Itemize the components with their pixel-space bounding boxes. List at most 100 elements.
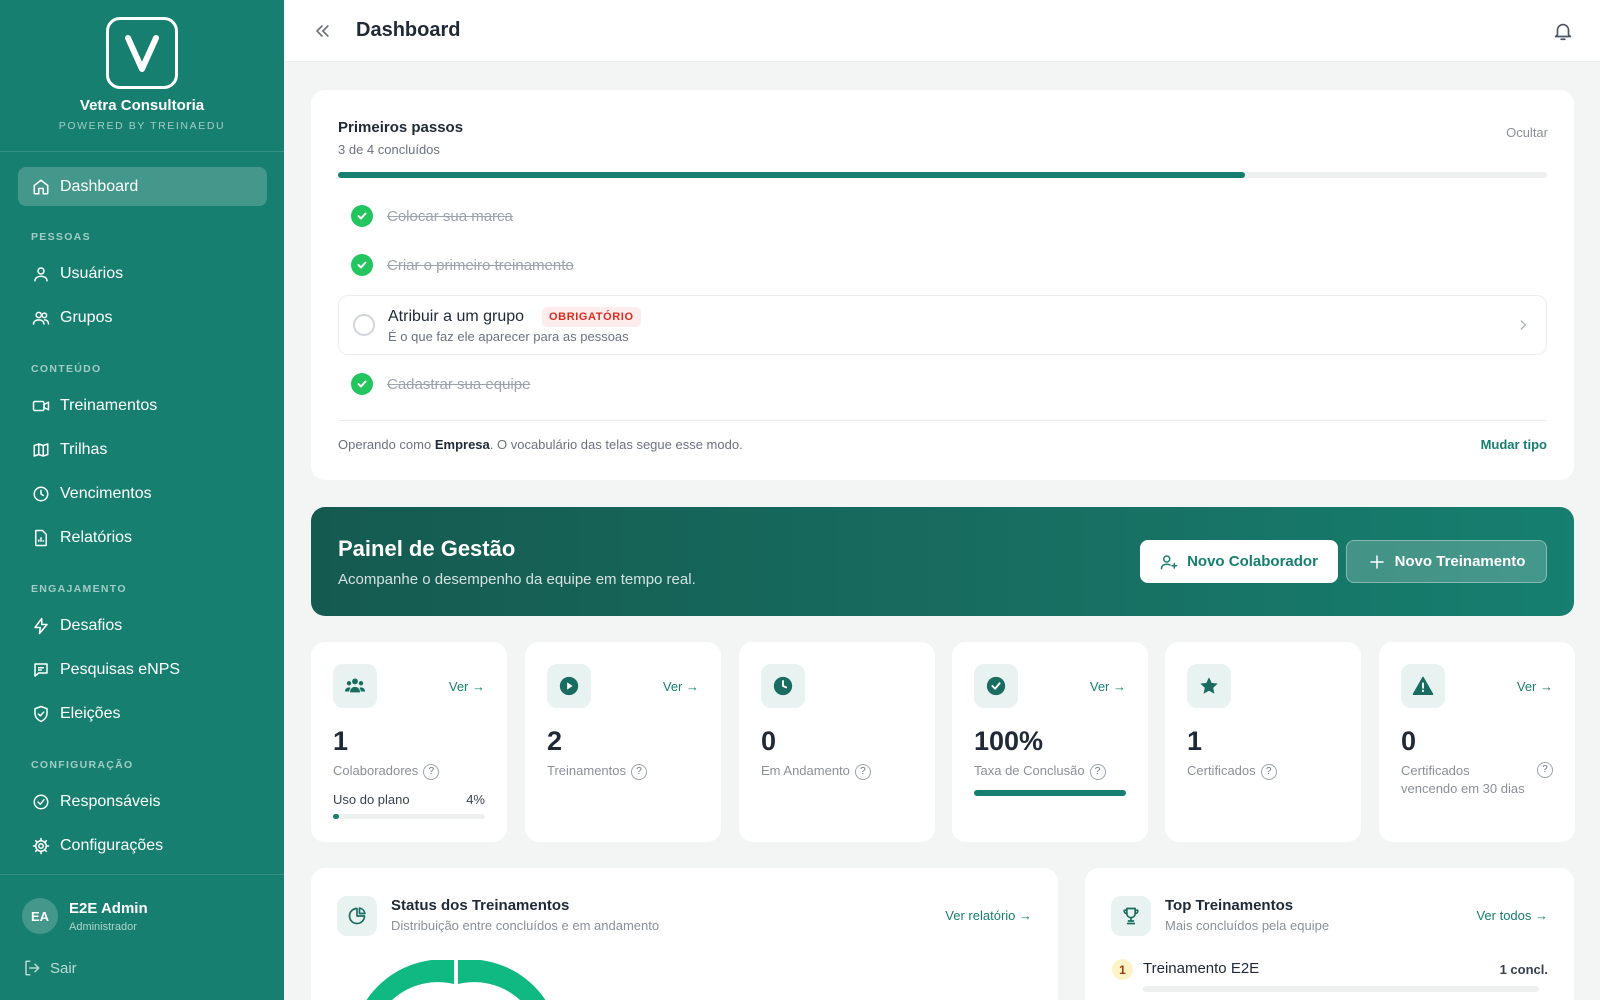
step-item-training[interactable]: Criar o primeiro treinamento: [338, 241, 1547, 289]
section-conteudo: CONTEÚDO: [31, 363, 102, 375]
panel-subtitle: Acompanhe o desempenho da equipe em temp…: [338, 571, 696, 588]
stat-label: Certificados vencendo em 30 dias: [1401, 763, 1525, 796]
sidebar-item-usuarios[interactable]: Usuários: [18, 254, 267, 293]
logout-label: Sair: [50, 959, 77, 977]
check-circle-icon: [974, 664, 1018, 708]
ver-link[interactable]: Ver →: [1090, 679, 1126, 694]
ver-link[interactable]: Ver →: [1517, 679, 1553, 694]
panel-title: Painel de Gestão: [338, 536, 516, 561]
sidebar-item-trilhas[interactable]: Trilhas: [18, 430, 267, 469]
gear-icon: [32, 837, 50, 854]
step-item-team[interactable]: Cadastrar sua equipe: [338, 360, 1547, 408]
view-all-link[interactable]: Ver todos →: [1476, 908, 1548, 923]
new-training-button[interactable]: Novo Treinamento: [1346, 540, 1547, 583]
trophy-icon: [1111, 896, 1151, 936]
sidebar-item-vencimentos[interactable]: Vencimentos: [18, 474, 267, 513]
help-icon[interactable]: ?: [1537, 762, 1553, 778]
completion-fill: [974, 790, 1126, 796]
users-icon: [32, 311, 50, 325]
sidebar-item-desafios[interactable]: Desafios: [18, 606, 267, 645]
training-status-card: Status dos Treinamentos Distribuição ent…: [311, 868, 1058, 1000]
logout-button[interactable]: Sair: [23, 959, 77, 977]
collapse-sidebar-icon[interactable]: [312, 21, 332, 41]
change-type-link[interactable]: Mudar tipo: [1481, 437, 1547, 452]
sidebar-item-grupos[interactable]: Grupos: [18, 298, 267, 337]
sidebar-item-label: Responsáveis: [60, 792, 161, 810]
required-badge: OBRIGATÓRIO: [542, 307, 641, 327]
stat-value: 0: [1401, 726, 1417, 756]
stat-card-vencendo: Ver → 0 Certificados vencendo em 30 dias…: [1379, 642, 1575, 842]
onboarding-steps-card: Primeiros passos 3 de 4 concluídos Ocult…: [311, 90, 1574, 480]
sidebar-item-responsaveis[interactable]: Responsáveis: [18, 782, 267, 821]
sidebar-item-relatorios[interactable]: Relatórios: [18, 518, 267, 557]
sidebar-item-pesquisas[interactable]: Pesquisas eNPS: [18, 650, 267, 689]
step-item-group[interactable]: Atribuir a um grupo OBRIGATÓRIO É o que …: [338, 295, 1547, 355]
new-collaborator-button[interactable]: Novo Colaborador: [1140, 540, 1338, 583]
check-icon: [351, 205, 373, 227]
section-pessoas: PESSOAS: [31, 231, 91, 243]
zap-icon: [34, 617, 48, 634]
plan-usage-fill: [333, 814, 340, 819]
avatar[interactable]: EA: [22, 898, 58, 934]
sidebar-item-label: Relatórios: [60, 528, 133, 546]
user-plus-icon: [1160, 554, 1178, 569]
stat-card-conclusao: Ver → 100% Taxa de Conclusão?: [952, 642, 1148, 842]
step-label: Atribuir a um grupo: [388, 308, 525, 325]
help-icon[interactable]: ?: [1260, 764, 1277, 780]
card-subtitle: Distribuição entre concluídos e em andam…: [391, 918, 660, 933]
sidebar-item-label: Treinamentos: [60, 396, 158, 414]
check-icon: [351, 373, 373, 395]
sidebar-item-label: Dashboard: [60, 177, 139, 195]
check-circle-icon: [33, 794, 49, 809]
sidebar-item-label: Configurações: [60, 836, 164, 854]
alert-triangle-icon: [1401, 664, 1445, 708]
sidebar-item-label: Pesquisas eNPS: [60, 660, 181, 678]
page-title: Dashboard: [356, 19, 461, 41]
stat-label: Treinamentos?: [547, 762, 647, 780]
user-icon: [34, 266, 48, 281]
help-icon[interactable]: ?: [423, 764, 440, 780]
users-icon: [333, 664, 377, 708]
sidebar-item-configuracoes[interactable]: Configurações: [18, 826, 267, 865]
sidebar-item-label: Eleições: [60, 704, 121, 722]
hide-steps-link[interactable]: Ocultar: [1506, 125, 1548, 140]
sidebar-item-dashboard[interactable]: Dashboard: [18, 167, 267, 206]
clock-icon: [33, 486, 49, 501]
section-configuracao: CONFIGURAÇÃO: [31, 759, 134, 771]
donut-chart: [366, 960, 546, 1000]
help-icon[interactable]: ?: [854, 764, 871, 780]
sidebar-item-eleicoes[interactable]: Eleições: [18, 694, 267, 733]
top-training-bar: [1143, 986, 1539, 992]
logout-icon: [25, 960, 40, 976]
shield-check-icon: [34, 705, 48, 722]
ver-link[interactable]: Ver →: [449, 679, 485, 694]
sidebar-item-label: Trilhas: [60, 440, 108, 458]
stat-label: Em Andamento?: [761, 762, 871, 780]
star-icon: [1187, 664, 1231, 708]
sidebar-item-label: Desafios: [60, 616, 123, 634]
empty-circle-icon: [353, 314, 375, 336]
top-training-name[interactable]: Treinamento E2E: [1143, 960, 1259, 977]
bell-icon[interactable]: [1552, 20, 1574, 42]
step-item-brand[interactable]: Colocar sua marca: [338, 192, 1547, 240]
view-report-link[interactable]: Ver relatório →: [945, 908, 1032, 923]
stat-label: Taxa de Conclusão?: [974, 762, 1106, 780]
plan-usage-bar: [333, 814, 485, 819]
stat-card-colaboradores: Ver → 1 Colaboradores? Uso do plano 4%: [311, 642, 507, 842]
step-label: Criar o primeiro treinamento: [387, 256, 574, 274]
stat-value: 1: [1187, 726, 1203, 756]
card-title: Top Treinamentos: [1165, 897, 1294, 914]
ver-link[interactable]: Ver →: [663, 679, 699, 694]
video-icon: [32, 400, 50, 411]
help-icon[interactable]: ?: [631, 764, 647, 780]
sidebar-item-treinamentos[interactable]: Treinamentos: [18, 386, 267, 425]
stat-value: 1: [333, 726, 349, 756]
steps-title: Primeiros passos: [338, 119, 464, 136]
donut-segment-left: [366, 960, 454, 1000]
step-label: Cadastrar sua equipe: [387, 375, 531, 393]
user-role: Administrador: [69, 921, 137, 933]
stat-label: Certificados?: [1187, 762, 1277, 780]
mode-value: Empresa: [434, 437, 490, 452]
brand-logo: [106, 17, 178, 89]
help-icon[interactable]: ?: [1089, 764, 1106, 780]
